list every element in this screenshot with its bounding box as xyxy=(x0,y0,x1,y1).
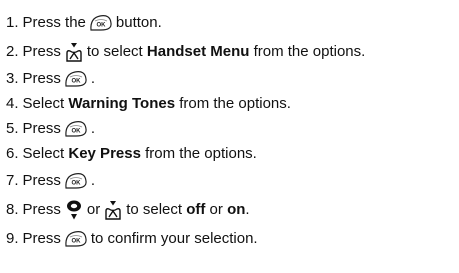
step-number: 9. xyxy=(6,230,19,247)
step-number: 6. xyxy=(6,145,19,162)
step-4: 4. Select Warning Tones from the options. xyxy=(6,91,365,116)
step-emphasis-text: off xyxy=(186,201,206,218)
step-text: Select xyxy=(22,95,69,112)
step-text: from the options. xyxy=(249,43,366,60)
step-5: 5. Press OK. xyxy=(6,116,365,141)
step-number: 5. xyxy=(6,120,19,137)
step-emphasis-text: on xyxy=(227,201,246,218)
step-text: Press xyxy=(22,43,61,60)
step-6: 6. Select Key Press from the options. xyxy=(6,141,365,166)
step-text: . xyxy=(90,120,96,137)
step-text: Press xyxy=(22,70,61,87)
svg-text:OK: OK xyxy=(71,180,81,186)
ok-key-icon: OK xyxy=(89,14,113,32)
step-3: 3. Press OK. xyxy=(6,66,365,91)
step-text: to confirm your selection. xyxy=(90,230,258,247)
step-text: from the options. xyxy=(140,145,257,162)
step-text: . xyxy=(90,172,96,189)
step-text: Press xyxy=(22,230,61,247)
step-text: button. xyxy=(115,14,162,31)
step-2: 2. Press to select Handset Menu from the o… xyxy=(6,37,365,66)
step-text: Press xyxy=(22,201,61,218)
ok-key-icon: OK xyxy=(64,172,88,190)
ok-key-icon: OK xyxy=(64,70,88,88)
step-number: 1. xyxy=(6,14,19,31)
step-number: 7. xyxy=(6,172,19,189)
step-text: from the options. xyxy=(175,95,291,112)
step-text: Press xyxy=(22,172,61,189)
scroll-up-key-icon xyxy=(64,199,84,221)
step-text: . xyxy=(90,70,96,87)
step-text: Press xyxy=(22,120,61,137)
step-emphasis-text: Warning Tones xyxy=(68,95,176,112)
instruction-steps: 1. Press the OK button. 2. Press to select Han… xyxy=(6,8,365,253)
step-number: 3. xyxy=(6,70,19,87)
step-text: to select xyxy=(126,201,187,218)
step-number: 4. xyxy=(6,95,19,112)
step-text: Select xyxy=(22,145,69,162)
step-number: 8. xyxy=(6,201,19,218)
scroll-down-key-icon xyxy=(103,199,123,221)
step-8: 8. Press or to select off or on. xyxy=(6,195,365,224)
ok-key-icon: OK xyxy=(64,230,88,248)
svg-text:OK: OK xyxy=(71,78,81,84)
ok-key-icon: OK xyxy=(64,120,88,138)
step-number: 2. xyxy=(6,43,19,60)
step-7: 7. Press OK. xyxy=(6,166,365,195)
step-text: or xyxy=(205,201,228,218)
svg-text:OK: OK xyxy=(96,22,106,28)
scroll-down-key-icon xyxy=(64,41,84,63)
svg-text:OK: OK xyxy=(71,128,81,134)
step-emphasis-text: Handset Menu xyxy=(146,43,250,60)
step-text: to select xyxy=(86,43,147,60)
step-emphasis-text: Key Press xyxy=(68,145,141,162)
step-text: . xyxy=(245,201,250,218)
svg-text:OK: OK xyxy=(71,238,81,244)
step-9: 9. Press OK to confirm your selection. xyxy=(6,224,365,253)
step-text: or xyxy=(86,201,101,218)
step-text: Press the xyxy=(22,14,86,31)
step-1: 1. Press the OK button. xyxy=(6,8,365,37)
